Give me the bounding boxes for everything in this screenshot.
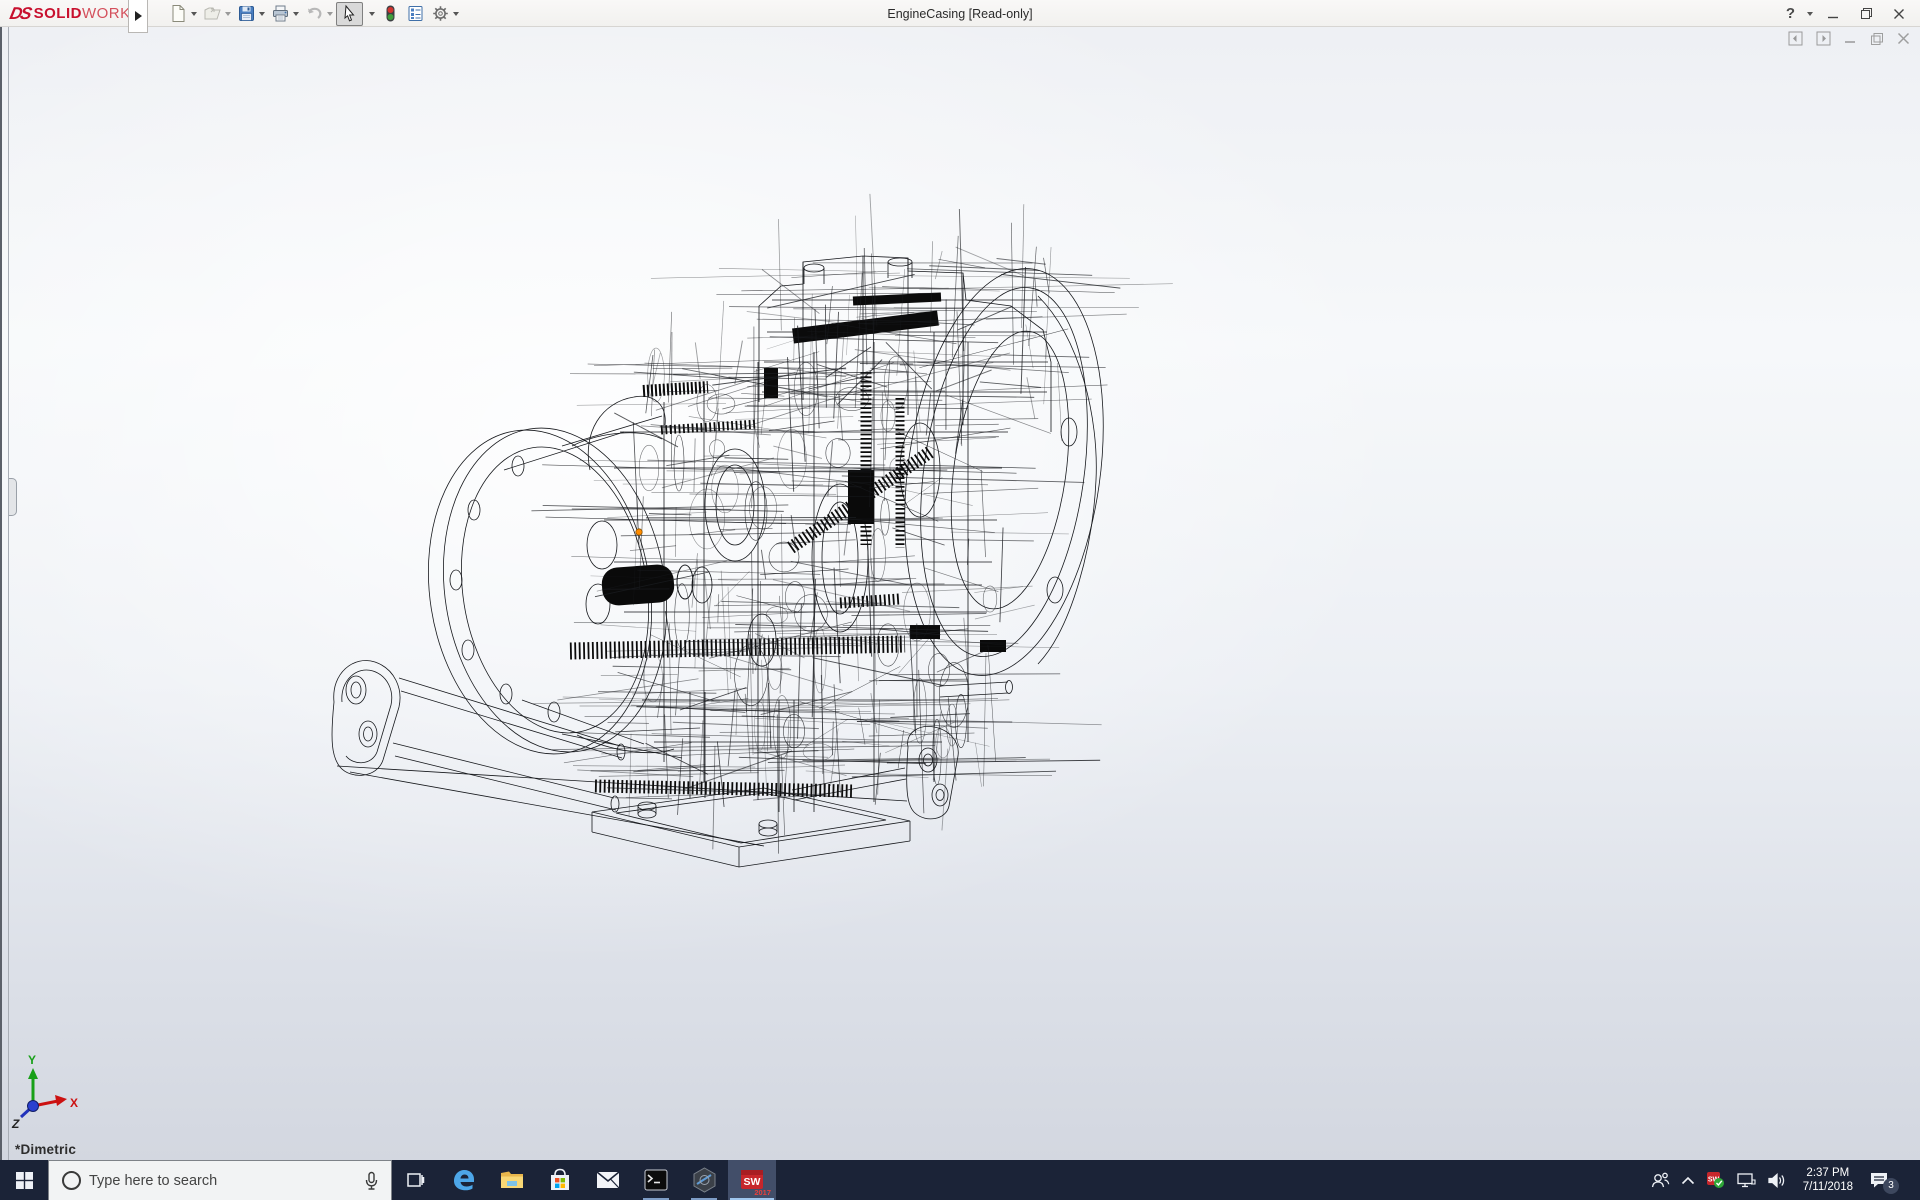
open-folder-icon [203,4,222,23]
undo-icon [305,4,324,23]
microphone-icon[interactable] [364,1171,379,1191]
action-center-button[interactable]: 3 [1869,1171,1899,1190]
undo-button[interactable] [302,2,336,26]
view-orientation-label: *Dimetric [15,1142,76,1157]
dropdown-caret[interactable] [259,12,265,16]
triad-y-label: Y [28,1053,36,1067]
titlebar-controls: ? [1784,0,1912,27]
doc-minimize-button[interactable] [1844,32,1857,50]
taskbar-clock[interactable]: 2:37 PM 7/11/2018 [1798,1166,1858,1194]
dropdown-caret[interactable] [453,12,459,16]
flyout-arrow-icon [135,11,142,21]
clock-date: 7/11/2018 [1803,1180,1853,1194]
file-explorer-icon [499,1167,525,1193]
restore-button[interactable] [1853,3,1879,25]
tray-overflow-chevron-icon[interactable] [1681,1176,1695,1185]
new-document-icon [169,4,188,23]
command-prompt-icon [644,1169,668,1191]
taskbar-spacer [776,1160,1650,1200]
edge-icon [451,1167,477,1193]
taskbar-hexagon-app-button[interactable] [680,1160,728,1200]
rebuild-button[interactable] [378,2,403,26]
dropdown-caret[interactable] [293,12,299,16]
brand-name-bold: SOLID [34,5,82,22]
svg-text:SW: SW [744,1176,761,1188]
reference-triad: Y X Z [11,1053,78,1131]
show-right-pane-button[interactable] [1816,31,1831,51]
wireframe-model-canvas: Y X Z [2,27,1920,1160]
dropdown-caret [369,12,375,16]
quick-access-toolbar [166,0,462,27]
people-icon[interactable] [1650,1171,1670,1189]
print-icon [271,4,290,23]
rebuild-traffic-light-icon [381,4,400,23]
volume-icon[interactable] [1767,1172,1787,1189]
network-icon[interactable] [1736,1172,1756,1189]
cortana-icon [62,1171,81,1190]
options-gear-icon [431,4,450,23]
mail-icon [595,1167,621,1193]
help-button[interactable]: ? [1784,5,1797,22]
taskbar-mail-button[interactable] [584,1160,632,1200]
doc-restore-button[interactable] [1870,32,1884,51]
dropdown-caret[interactable] [225,12,231,16]
taskbar-file-explorer-button[interactable] [488,1160,536,1200]
print-button[interactable] [268,2,302,26]
solidworks-logo: DS SOLIDWORKS [10,1,141,26]
save-button[interactable] [234,2,268,26]
select-arrow-icon [340,4,359,23]
file-properties-icon [406,4,425,23]
dropdown-caret[interactable] [191,12,197,16]
triad-z-label: Z [11,1117,20,1131]
titlebar: DS SOLIDWORKS [0,0,1920,27]
document-window-controls [1788,31,1910,51]
triad-x-label: X [70,1096,78,1110]
file-properties-button[interactable] [403,2,428,26]
select-tool-flyout[interactable] [363,2,378,26]
dropdown-caret[interactable] [327,12,333,16]
taskbar-search[interactable] [48,1160,392,1200]
notification-count-badge: 3 [1883,1178,1899,1194]
taskbar-task-view-button[interactable] [392,1160,440,1200]
taskbar-edge-button[interactable] [440,1160,488,1200]
new-document-button[interactable] [166,2,200,26]
menu-flyout-tab[interactable] [128,0,148,33]
system-tray: SW 2:37 PM 7/11/2018 3 [1650,1160,1920,1200]
store-icon [548,1168,572,1192]
select-tool-button[interactable] [336,2,363,26]
windows-logo-icon [16,1172,33,1189]
clock-time: 2:37 PM [1806,1166,1849,1180]
show-left-pane-button[interactable] [1788,31,1803,51]
minimize-button[interactable] [1820,3,1846,25]
search-input[interactable] [81,1173,364,1189]
taskbar-solidworks-button[interactable]: SW 2017 [728,1160,776,1200]
help-dropdown-caret[interactable] [1807,12,1813,16]
hexagon-app-icon [692,1167,717,1193]
graphics-viewport[interactable]: Y X Z *Dimetric [0,27,1920,1160]
open-button[interactable] [200,2,234,26]
taskbar: SW 2017 SW 2:37 PM 7/11/2018 3 [0,1160,1920,1200]
start-button[interactable] [0,1160,48,1200]
solidworks-version-label: 2017 [754,1188,771,1197]
task-view-icon [406,1170,426,1190]
save-icon [237,4,256,23]
solidworks-monitor-icon[interactable]: SW [1706,1171,1725,1189]
origin-marker [636,529,642,535]
taskbar-store-button[interactable] [536,1160,584,1200]
doc-close-button[interactable] [1897,32,1910,50]
close-button[interactable] [1886,3,1912,25]
ds-logo-icon: DS [8,4,32,24]
taskbar-command-prompt-button[interactable] [632,1160,680,1200]
options-button[interactable] [428,2,462,26]
